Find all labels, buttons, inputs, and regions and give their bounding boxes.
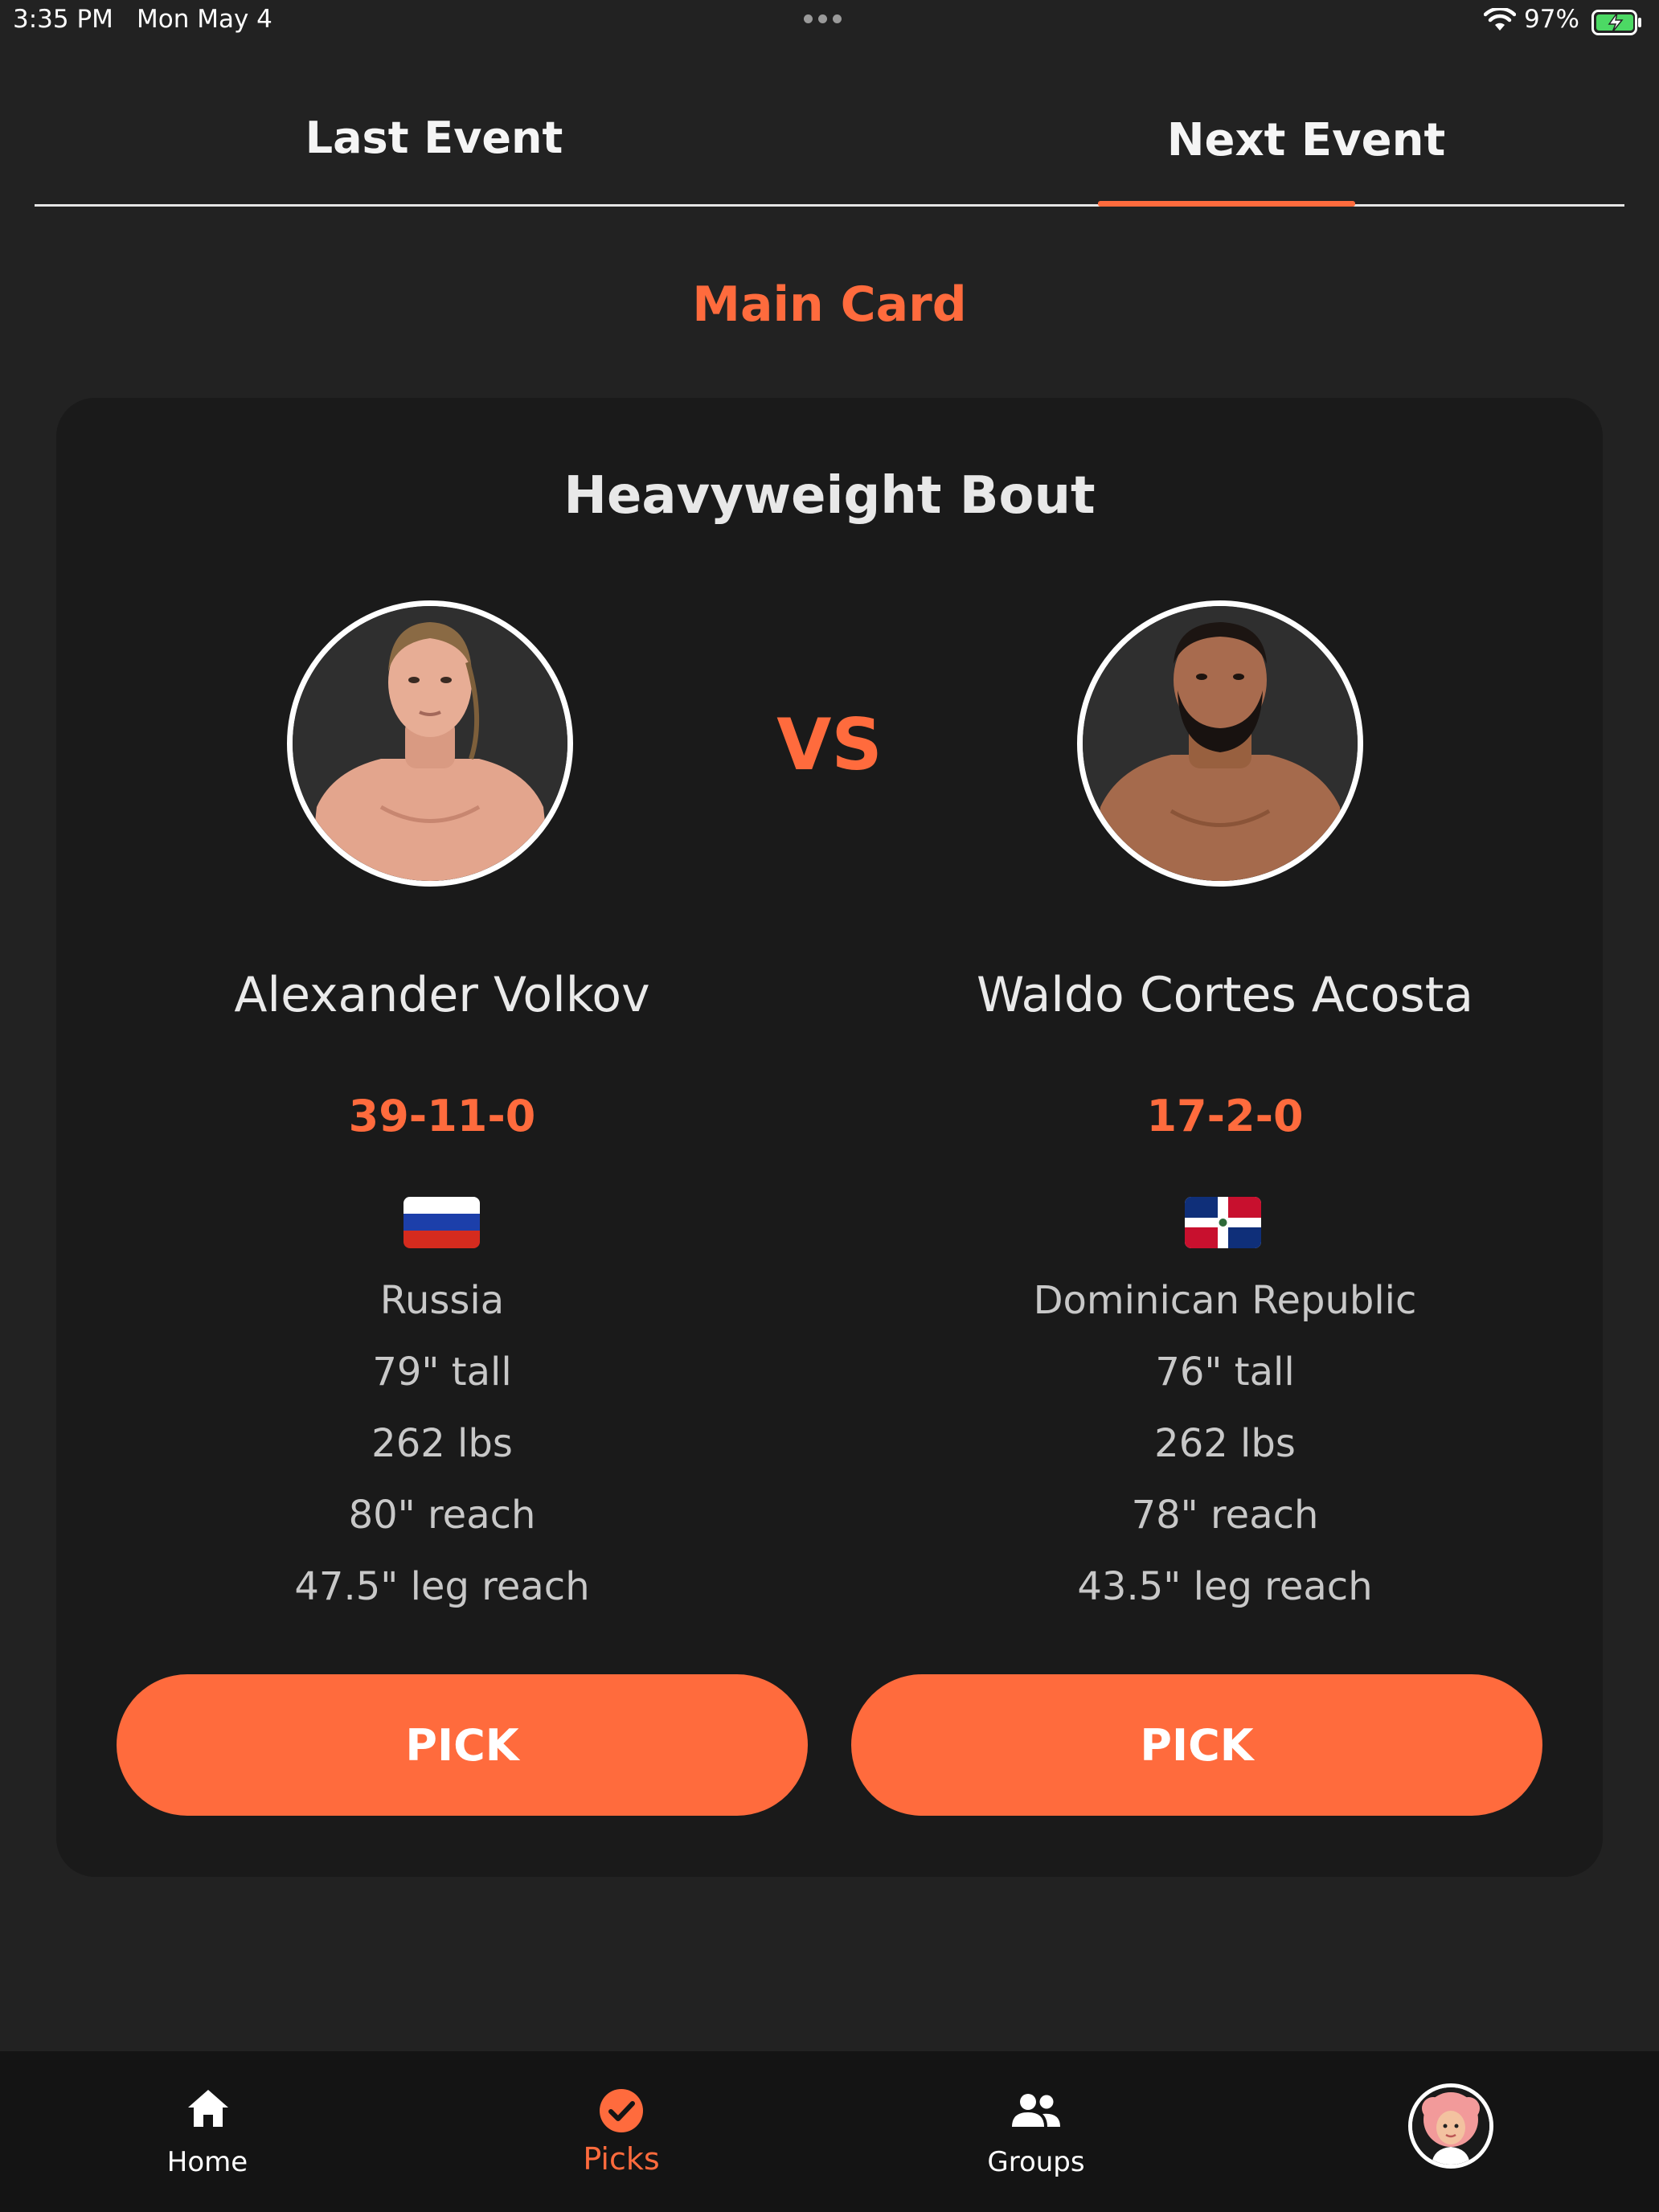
fighter-2-weight: 262 lbs	[1154, 1421, 1296, 1466]
fighter-1-height: 79" tall	[372, 1350, 512, 1395]
fighter-1-country: Russia	[379, 1278, 505, 1323]
tab-next-event[interactable]: Next Event	[1045, 114, 1567, 166]
nav-home[interactable]: Home	[127, 2051, 288, 2212]
fighter-2-record: 17-2-0	[1146, 1091, 1304, 1141]
bout-title: Heavyweight Bout	[563, 466, 1096, 526]
fighter-2-avatar[interactable]	[1077, 600, 1363, 887]
bottom-navigation: Home Picks Groups	[0, 2051, 1659, 2212]
home-icon	[186, 2088, 230, 2132]
section-title: Main Card	[692, 276, 967, 333]
battery-percentage: 97%	[1524, 5, 1579, 34]
fighter-2-reach: 78" reach	[1131, 1493, 1319, 1538]
battery-charging-icon	[1591, 10, 1643, 39]
tab-divider	[35, 204, 1624, 207]
fighter-2-name: Waldo Cortes Acosta	[976, 967, 1474, 1023]
nav-picks[interactable]: Picks	[541, 2051, 702, 2212]
dominican-republic-flag-icon	[1185, 1197, 1261, 1248]
fighter-1-reach: 80" reach	[348, 1493, 536, 1538]
fighter-2-country: Dominican Republic	[1033, 1278, 1417, 1323]
status-date: Mon May 4	[137, 5, 272, 34]
status-time: 3:35 PM	[13, 5, 113, 34]
groups-icon	[1010, 2093, 1062, 2130]
profile-avatar-icon	[1408, 2083, 1493, 2169]
nav-groups[interactable]: Groups	[956, 2051, 1116, 2212]
pick-fighter-1-button[interactable]: PICK	[117, 1674, 808, 1816]
fighter-1-weight: 262 lbs	[371, 1421, 513, 1466]
wifi-icon	[1483, 6, 1517, 35]
nav-profile[interactable]	[1407, 2051, 1495, 2212]
fighter-1-name: Alexander Volkov	[234, 967, 650, 1023]
nav-groups-label: Groups	[987, 2146, 1085, 2178]
vs-label: VS	[776, 703, 883, 786]
multitasking-dots-icon[interactable]	[804, 14, 842, 23]
fighter-2-leg-reach: 43.5" leg reach	[1077, 1564, 1373, 1609]
fight-card: Heavyweight Bout VS Alexander Volkov 39-…	[56, 398, 1603, 1877]
fighter-2-height: 76" tall	[1155, 1350, 1295, 1395]
pick-fighter-2-button[interactable]: PICK	[851, 1674, 1542, 1816]
fighter-1-leg-reach: 47.5" leg reach	[294, 1564, 590, 1609]
status-bar: 3:35 PM Mon May 4 97%	[0, 0, 1659, 45]
russia-flag-icon	[403, 1197, 480, 1248]
nav-picks-label: Picks	[583, 2141, 660, 2177]
check-circle-icon	[599, 2088, 644, 2136]
active-tab-indicator	[1098, 201, 1355, 207]
tab-last-event[interactable]: Last Event	[225, 113, 643, 163]
nav-home-label: Home	[166, 2146, 248, 2178]
fighter-1-record: 39-11-0	[348, 1091, 536, 1141]
